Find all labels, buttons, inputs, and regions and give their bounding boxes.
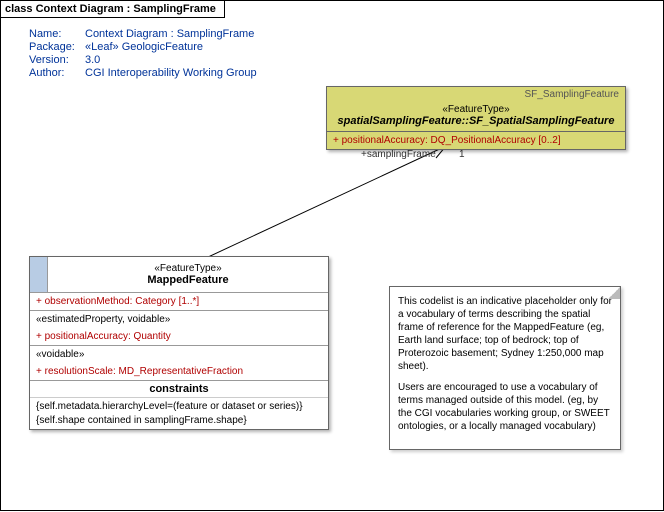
mf-constraint-1: {self.metadata.hierarchyLevel=(feature o… — [30, 397, 328, 415]
mf-constraint-2: {self.shape contained in samplingFrame.s… — [30, 415, 328, 429]
mf-constraints-header: constraints — [30, 380, 328, 397]
sf-class-name: spatialSamplingFeature::SF_SpatialSampli… — [333, 115, 619, 127]
diagram-metadata: Name:Context Diagram : SamplingFrame Pac… — [29, 28, 663, 79]
note-paragraph-1: This codelist is an indicative placehold… — [398, 295, 612, 373]
association-multiplicity: 1 — [459, 149, 465, 160]
meta-author-value: CGI Interoperability Working Group — [85, 67, 257, 79]
sf-package-corner: SF_SamplingFeature — [327, 87, 625, 102]
mf-attr-positional-accuracy: + positionalAccuracy: Quantity — [30, 328, 328, 345]
sf-spatial-sampling-feature-class: SF_SamplingFeature «FeatureType» spatial… — [326, 86, 626, 150]
note-paragraph-2: Users are encouraged to use a vocabulary… — [398, 381, 612, 433]
mf-stereo-voidable: «voidable» — [30, 345, 328, 363]
sf-stereotype: «FeatureType» — [333, 104, 619, 115]
mf-attr-observation-method: + observationMethod: Category [1..*] — [30, 292, 328, 310]
codelist-note: This codelist is an indicative placehold… — [389, 286, 621, 450]
mapped-feature-class: «FeatureType» MappedFeature + observatio… — [29, 256, 329, 430]
association-role: +samplingFrame — [361, 149, 436, 160]
mf-tab-decoration — [30, 257, 48, 292]
frame-title-text: class Context Diagram : SamplingFrame — [5, 3, 216, 15]
meta-package-value: «Leaf» GeologicFeature — [85, 41, 203, 53]
meta-package-label: Package: — [29, 41, 85, 53]
mf-stereotype: «FeatureType» — [54, 263, 322, 274]
mf-attr-resolution-scale: + resolutionScale: MD_RepresentativeFrac… — [30, 363, 328, 380]
meta-version-value: 3.0 — [85, 54, 100, 66]
meta-author-label: Author: — [29, 67, 85, 79]
meta-name-value: Context Diagram : SamplingFrame — [85, 28, 254, 40]
meta-name-label: Name: — [29, 28, 85, 40]
mf-class-name: MappedFeature — [54, 274, 322, 286]
diagram-frame-title: class Context Diagram : SamplingFrame — [1, 1, 225, 18]
sf-attribute-positional-accuracy: + positionalAccuracy: DQ_PositionalAccur… — [327, 131, 625, 149]
meta-version-label: Version: — [29, 54, 85, 66]
mf-stereo-estimated-voidable: «estimatedProperty, voidable» — [30, 310, 328, 328]
